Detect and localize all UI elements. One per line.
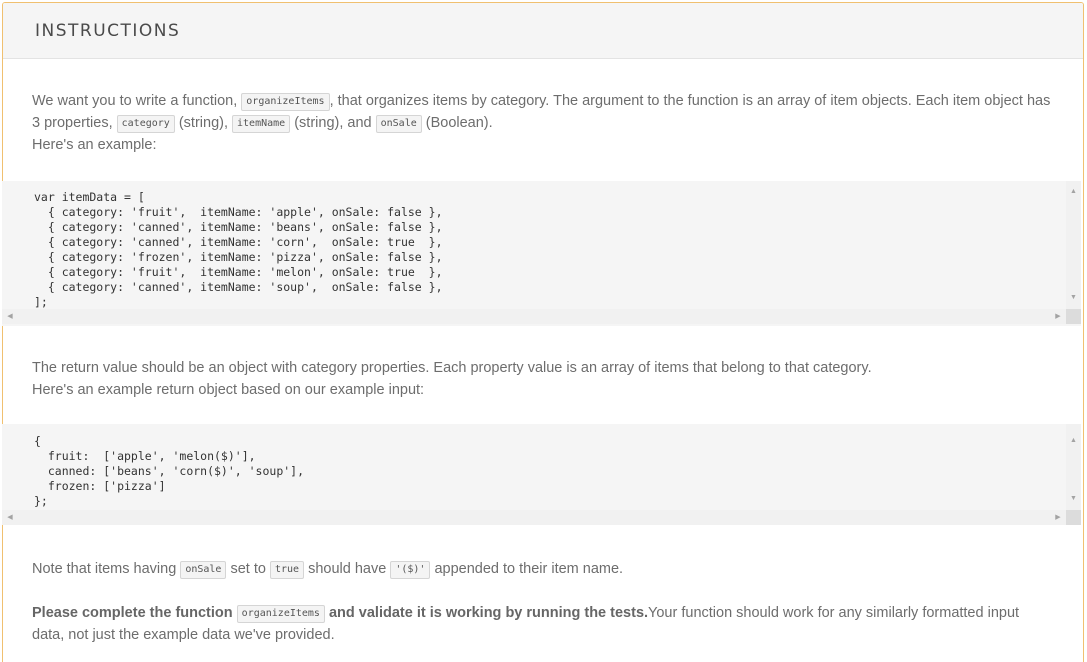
note-paragraph: Note that items having onSale set to tru…	[32, 558, 1052, 580]
scroll-down-arrow-icon[interactable]: ▼	[1066, 492, 1081, 506]
inline-code-organizeItems: organizeItems	[241, 93, 330, 111]
vertical-scrollbar[interactable]: ▲ ▼	[1066, 181, 1081, 309]
code-block-input[interactable]: var itemData = [ { category: 'fruit', it…	[2, 181, 1081, 326]
code-block-output[interactable]: { fruit: ['apple', 'melon($)'], canned: …	[2, 424, 1081, 525]
intro-paragraph: We want you to write a function, organiz…	[32, 90, 1052, 156]
scroll-right-arrow-icon[interactable]: ▶	[1052, 510, 1064, 525]
scroll-up-arrow-icon[interactable]: ▲	[1066, 185, 1081, 199]
note-text: Note that items having	[32, 561, 181, 577]
intro-example-label: Here's an example:	[32, 137, 157, 153]
panel-title: INSTRUCTIONS	[35, 20, 181, 41]
note-text: appended to their item name.	[430, 561, 624, 577]
note-text: should have	[304, 561, 391, 577]
scroll-down-arrow-icon[interactable]: ▼	[1066, 291, 1081, 305]
panel-header: INSTRUCTIONS	[3, 3, 1083, 59]
intro-text: (Boolean).	[421, 115, 493, 131]
horizontal-scrollbar[interactable]: ◀ ▶	[2, 309, 1066, 324]
final-bold-text: and validate it is working by running th…	[324, 605, 649, 621]
inline-code-itemName: itemName	[232, 115, 291, 133]
note-text: set to	[226, 561, 270, 577]
inline-code-category: category	[116, 115, 175, 133]
intro-text: (string),	[174, 115, 233, 131]
scrollbar-corner	[1066, 309, 1081, 324]
inline-code-organizeItems: organizeItems	[236, 605, 325, 623]
intro-text: We want you to write a function,	[32, 93, 242, 109]
scroll-left-arrow-icon[interactable]: ◀	[4, 309, 16, 324]
scroll-left-arrow-icon[interactable]: ◀	[4, 510, 16, 525]
code-output-text: { fruit: ['apple', 'melon($)'], canned: …	[34, 434, 305, 508]
horizontal-scrollbar[interactable]: ◀ ▶	[2, 510, 1066, 525]
return-description: The return value should be an object wit…	[32, 357, 1052, 401]
vertical-scrollbar[interactable]: ▲ ▼	[1066, 424, 1081, 510]
intro-text: (string), and	[290, 115, 376, 131]
inline-code-sale-suffix: '($)'	[390, 561, 431, 579]
return-desc-line: The return value should be an object wit…	[32, 360, 872, 376]
final-paragraph: Please complete the function organizeIte…	[32, 602, 1052, 646]
inline-code-onSale: onSale	[375, 115, 422, 133]
code-input-text: var itemData = [ { category: 'fruit', it…	[34, 190, 443, 309]
scroll-right-arrow-icon[interactable]: ▶	[1052, 309, 1064, 324]
return-desc-line: Here's an example return object based on…	[32, 382, 425, 398]
inline-code-onSale: onSale	[180, 561, 227, 579]
scroll-up-arrow-icon[interactable]: ▲	[1066, 434, 1081, 448]
scrollbar-corner	[1066, 510, 1081, 525]
final-bold-text: Please complete the function	[32, 605, 237, 621]
inline-code-true: true	[269, 561, 305, 579]
